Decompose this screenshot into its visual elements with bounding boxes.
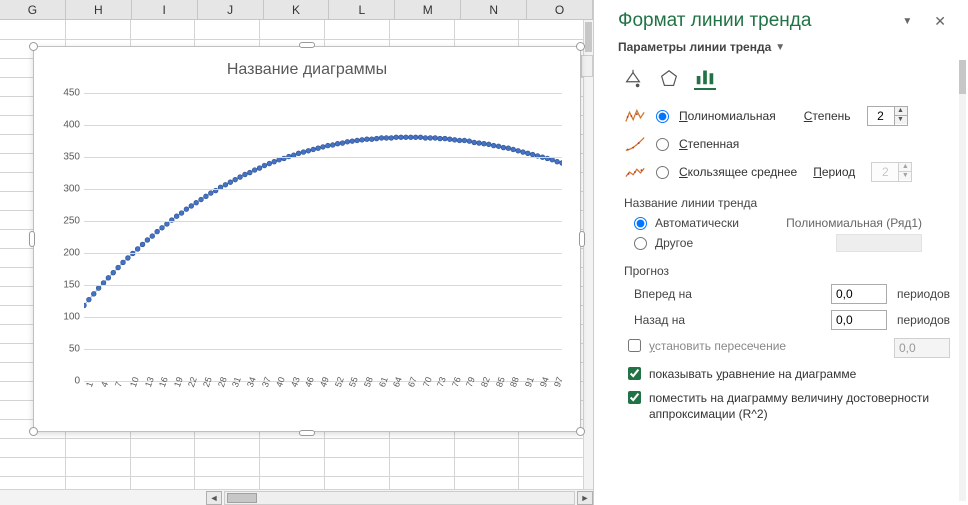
polynomial-label: Полиномиальная: [679, 109, 776, 123]
backward-unit: периодов: [897, 313, 950, 327]
scroll-right-button[interactable]: ►: [577, 491, 593, 505]
scroll-thumb[interactable]: [959, 60, 966, 94]
column-header[interactable]: J: [198, 0, 264, 19]
scroll-thumb[interactable]: [227, 493, 257, 503]
trendline-options-tab-icon[interactable]: [694, 68, 716, 90]
column-header[interactable]: H: [66, 0, 132, 19]
intercept-value: [894, 338, 950, 358]
forward-input[interactable]: [831, 284, 887, 304]
resize-handle[interactable]: [576, 427, 585, 436]
show-r2-checkbox[interactable]: [628, 391, 641, 404]
degree-input[interactable]: [868, 107, 894, 125]
chart-svg: [84, 93, 562, 382]
scroll-track[interactable]: [224, 491, 575, 505]
resize-handle[interactable]: [29, 42, 38, 51]
forward-label: Вперед на: [634, 287, 714, 301]
spin-up[interactable]: ▲: [895, 107, 907, 116]
pane-title: Формат линии тренда: [618, 10, 811, 32]
y-axis: 050100150200250300350400450: [52, 93, 82, 381]
auto-name-value: Полиномиальная (Ряд1): [786, 216, 922, 230]
close-icon[interactable]: ✕: [930, 13, 950, 30]
chevron-down-icon: ▼: [775, 42, 785, 53]
spin-down: ▼: [899, 172, 911, 181]
forward-unit: периодов: [897, 287, 950, 301]
column-header[interactable]: N: [461, 0, 527, 19]
plot-area[interactable]: [84, 93, 562, 381]
backward-input[interactable]: [831, 310, 887, 330]
column-headers: GHIJKLMNO: [0, 0, 593, 20]
column-header[interactable]: I: [132, 0, 198, 19]
fill-line-tab-icon[interactable]: [622, 68, 644, 90]
name-other-radio[interactable]: [634, 237, 647, 250]
forecast-heading: Прогноз: [624, 264, 950, 278]
effects-tab-icon[interactable]: [658, 68, 680, 90]
power-icon: [624, 134, 646, 154]
resize-handle[interactable]: [579, 231, 585, 247]
intercept-checkbox[interactable]: [628, 339, 641, 352]
column-header[interactable]: K: [264, 0, 330, 19]
show-equation-checkbox[interactable]: [628, 367, 641, 380]
scroll-thumb[interactable]: [585, 22, 592, 52]
power-radio[interactable]: [656, 138, 669, 151]
column-header[interactable]: G: [0, 0, 66, 19]
other-name-input[interactable]: [836, 234, 922, 252]
column-header[interactable]: L: [329, 0, 395, 19]
resize-handle[interactable]: [299, 42, 315, 48]
pane-subtitle[interactable]: Параметры линии тренда ▼: [618, 40, 950, 54]
name-other-label: Другое: [655, 236, 693, 250]
column-header[interactable]: O: [527, 0, 593, 19]
scroll-left-button[interactable]: ◄: [206, 491, 222, 505]
panel-stub: [581, 55, 593, 77]
trendline-name-heading: Название линии тренда: [624, 196, 950, 210]
worksheet-area: GHIJKLMNO Название диаграммы 05010015020…: [0, 0, 594, 505]
backward-label: Назад на: [634, 313, 714, 327]
period-label: Период: [813, 165, 855, 179]
resize-handle[interactable]: [576, 42, 585, 51]
column-header[interactable]: M: [395, 0, 461, 19]
x-axis: 1471013161922252831343740434649525558616…: [84, 381, 562, 421]
name-auto-label: Автоматически: [655, 216, 739, 230]
chart-title[interactable]: Название диаграммы: [34, 61, 580, 79]
period-input: [872, 163, 898, 181]
horizontal-scrollbar[interactable]: ◄ ►: [0, 489, 593, 505]
degree-label: Степень: [804, 109, 851, 123]
pane-scrollbar[interactable]: [959, 60, 966, 501]
chart-object[interactable]: Название диаграммы 050100150200250300350…: [33, 46, 581, 432]
moving-avg-icon: [624, 162, 646, 182]
resize-handle[interactable]: [29, 427, 38, 436]
moving-avg-label: Скользящее среднее: [679, 165, 797, 179]
intercept-label: установить пересечение: [649, 338, 886, 354]
spin-up: ▲: [899, 163, 911, 172]
polynomial-icon: [624, 106, 646, 126]
moving-avg-radio[interactable]: [656, 166, 669, 179]
pane-subtitle-label: Параметры линии тренда: [618, 40, 771, 54]
pane-dropdown-icon[interactable]: ▼: [902, 16, 912, 27]
degree-spinner[interactable]: ▲▼: [867, 106, 908, 126]
name-auto-radio[interactable]: [634, 217, 647, 230]
show-equation-label: показывать уравнение на диаграмме: [649, 366, 950, 382]
show-r2-label: поместить на диаграмму величину достовер…: [649, 390, 950, 422]
period-spinner: ▲▼: [871, 162, 912, 182]
format-trendline-pane: Формат линии тренда ▼ ✕ Параметры линии …: [594, 0, 968, 505]
vertical-scrollbar[interactable]: [583, 20, 593, 489]
resize-handle[interactable]: [29, 231, 35, 247]
polynomial-radio[interactable]: [656, 110, 669, 123]
power-label: Степенная: [679, 137, 739, 151]
spin-down[interactable]: ▼: [895, 116, 907, 125]
resize-handle[interactable]: [299, 430, 315, 436]
